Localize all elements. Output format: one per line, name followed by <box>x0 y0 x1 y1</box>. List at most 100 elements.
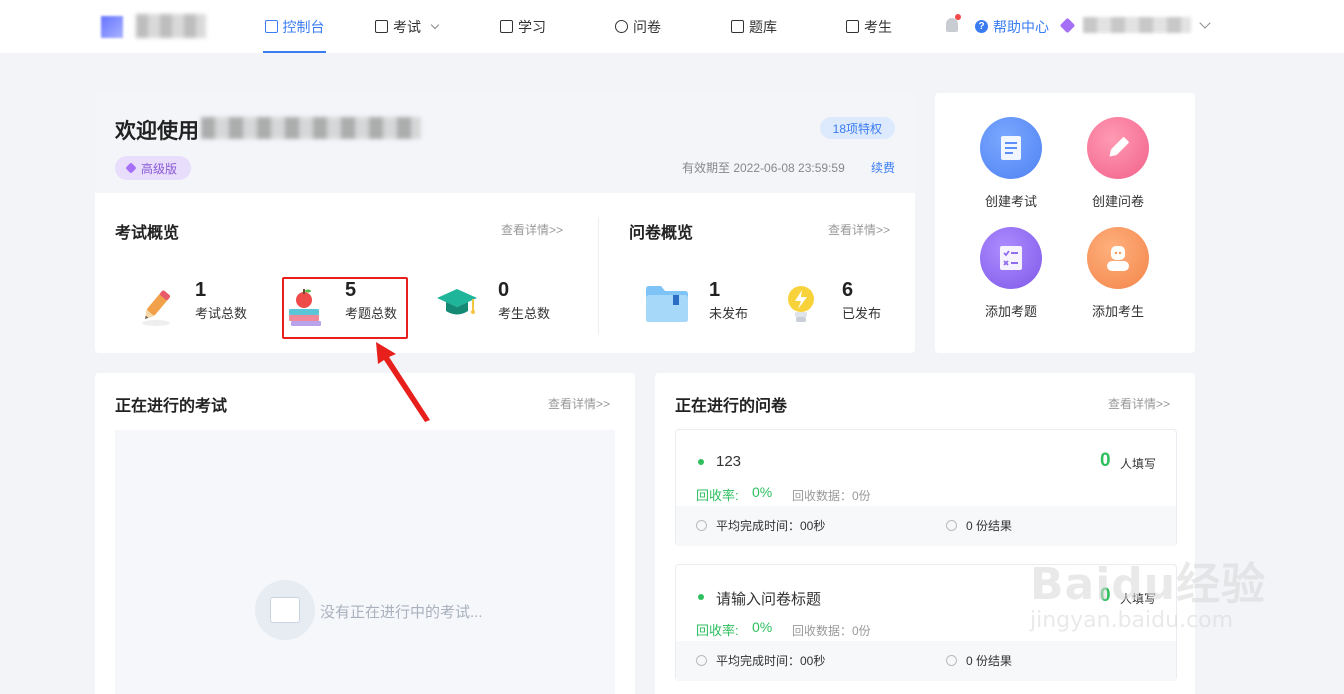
add-candidate-button[interactable]: 添加考生 <box>1073 227 1163 320</box>
plan-badge: 高级版 <box>115 156 192 180</box>
quick-actions-card: 创建考试 创建问卷 添加考题 添加考生 <box>935 93 1195 353</box>
welcome-panel: 欢迎使用 高级版 18项特权 有效期至 2022-06-08 23:59:59 … <box>95 93 915 193</box>
add-question-button[interactable]: 添加考题 <box>966 227 1056 320</box>
avg-time: 平均完成时间：00秒 <box>716 654 826 668</box>
chevron-down-icon <box>430 20 440 29</box>
nav-survey-label: 问卷 <box>633 18 661 35</box>
stat-candidate-total[interactable]: 0 考生总数 <box>498 279 550 322</box>
stat-unpublished-label: 未发布 <box>709 306 749 321</box>
calendar-icon <box>375 20 388 33</box>
renew-link[interactable]: 续费 <box>871 159 895 176</box>
lightbulb-icon <box>788 286 814 322</box>
plan-badge-label: 高级版 <box>141 161 178 176</box>
app-logo[interactable] <box>96 6 208 42</box>
ongoing-surveys-card: 正在进行的问卷 查看详情>> 123 0 人填写 回收率: 0% 回收数据：0份… <box>655 373 1195 694</box>
annotation-arrow-icon <box>376 342 430 422</box>
result-count: 0 份结果 <box>966 654 1013 668</box>
stat-published-label: 已发布 <box>842 306 882 321</box>
nav-exam[interactable]: 考试 <box>375 0 440 53</box>
received-data: 回收数据：0份 <box>792 624 871 638</box>
status-dot <box>698 459 704 465</box>
lock-user-icon <box>846 20 859 33</box>
survey-footer: 平均完成时间：00秒 0 份结果 <box>676 506 1176 546</box>
empty-document-icon <box>255 580 315 640</box>
person-icon <box>1087 227 1149 289</box>
received-data: 回收数据：0份 <box>792 489 871 503</box>
clock-icon <box>696 655 707 666</box>
create-exam-label: 创建考试 <box>984 194 1037 209</box>
nav-learning[interactable]: 学习 <box>500 0 546 53</box>
exam-overview-detail-link[interactable]: 查看详情>> <box>501 221 563 238</box>
diamond-icon <box>125 162 137 174</box>
ongoing-exams-detail-link[interactable]: 查看详情>> <box>548 395 610 412</box>
nav-exam-label: 考试 <box>393 18 421 35</box>
nav-learning-label: 学习 <box>518 18 546 35</box>
highlight-box <box>282 277 408 339</box>
result-count: 0 份结果 <box>966 519 1013 533</box>
create-survey-button[interactable]: 创建问卷 <box>1073 117 1163 210</box>
nav-candidates[interactable]: 考生 <box>846 0 892 53</box>
create-survey-label: 创建问卷 <box>1091 194 1144 209</box>
user-menu[interactable] <box>1059 17 1211 33</box>
book-icon <box>500 20 513 33</box>
bell-icon[interactable] <box>946 18 958 32</box>
question-icon: ? <box>975 20 988 33</box>
overview-card: 考试概览 查看详情>> 问卷概览 查看详情>> 1 考试总数 5 考题总数 0 … <box>95 193 915 353</box>
recovery-rate: 0% <box>752 484 773 500</box>
chevron-down-icon <box>1199 17 1211 29</box>
create-exam-button[interactable]: 创建考试 <box>966 117 1056 210</box>
nav-survey[interactable]: 问卷 <box>615 0 661 53</box>
add-question-label: 添加考题 <box>984 304 1037 319</box>
help-center-label: 帮助中心 <box>993 18 1049 35</box>
checklist-icon <box>980 227 1042 289</box>
nav-dashboard[interactable]: 控制台 <box>263 0 326 53</box>
vip-diamond-icon <box>1059 17 1076 33</box>
stat-unpublished[interactable]: 1 未发布 <box>709 279 748 322</box>
survey-overview-detail-link[interactable]: 查看详情>> <box>828 221 890 238</box>
pencil-icon <box>142 290 170 326</box>
ongoing-exams-title: 正在进行的考试 <box>115 398 228 415</box>
watermark-main: Baidu经验 <box>1030 559 1267 610</box>
exam-overview-title: 考试概览 <box>115 225 180 242</box>
welcome-title: 欢迎使用 <box>115 120 199 143</box>
recovery-rate: 0% <box>752 619 773 635</box>
nav-question-bank-label: 题库 <box>749 18 777 35</box>
stat-candidate-total-value: 0 <box>498 279 510 301</box>
ongoing-surveys-detail-link[interactable]: 查看详情>> <box>1108 395 1170 412</box>
clock-icon <box>946 520 957 531</box>
survey-item[interactable]: 123 0 人填写 回收率: 0% 回收数据：0份 平均完成时间：00秒 0 份… <box>675 429 1177 546</box>
home-icon <box>264 20 278 33</box>
nav-candidates-label: 考生 <box>864 18 892 35</box>
empty-state-text: 没有正在进行中的考试... <box>320 604 483 621</box>
survey-title[interactable]: 123 <box>716 453 741 470</box>
clock-icon <box>696 520 707 531</box>
graduation-cap-icon <box>437 289 477 315</box>
recovery-rate-label: 回收率: <box>696 623 739 638</box>
stat-unpublished-value: 1 <box>709 279 721 301</box>
help-center-link[interactable]: ? 帮助中心 <box>975 0 1049 53</box>
folder-icon <box>646 286 688 322</box>
nav-dashboard-label: 控制台 <box>282 18 325 35</box>
empty-state: 没有正在进行中的考试... <box>115 430 615 694</box>
leaf-icon <box>615 20 628 33</box>
stat-exam-total-label: 考试总数 <box>195 306 248 321</box>
watermark-sub: jingyan.baidu.com <box>1030 608 1234 633</box>
stat-published[interactable]: 6 已发布 <box>842 279 881 322</box>
nav-question-bank[interactable]: 题库 <box>731 0 777 53</box>
pencil-icon <box>1087 117 1149 179</box>
document-icon <box>980 117 1042 179</box>
add-candidate-label: 添加考生 <box>1091 304 1144 319</box>
divider <box>598 217 599 335</box>
ongoing-exams-card: 正在进行的考试 查看详情>> 没有正在进行中的考试... <box>95 373 635 694</box>
top-navbar: 控制台 考试 学习 问卷 题库 考生 ? 帮助中心 <box>0 0 1344 53</box>
recovery-rate-label: 回收率: <box>696 488 739 503</box>
survey-title[interactable]: 请输入问卷标题 <box>716 588 821 609</box>
baidu-watermark: Baidu经验 jingyan.baidu.com <box>1030 548 1266 633</box>
status-dot <box>698 594 704 600</box>
notification-dot <box>955 14 961 20</box>
user-name-redacted <box>1083 17 1191 33</box>
stat-exam-total[interactable]: 1 考试总数 <box>195 279 247 322</box>
database-icon <box>731 20 744 33</box>
ongoing-surveys-title: 正在进行的问卷 <box>675 398 788 415</box>
privileges-badge[interactable]: 18项特权 <box>819 117 895 139</box>
